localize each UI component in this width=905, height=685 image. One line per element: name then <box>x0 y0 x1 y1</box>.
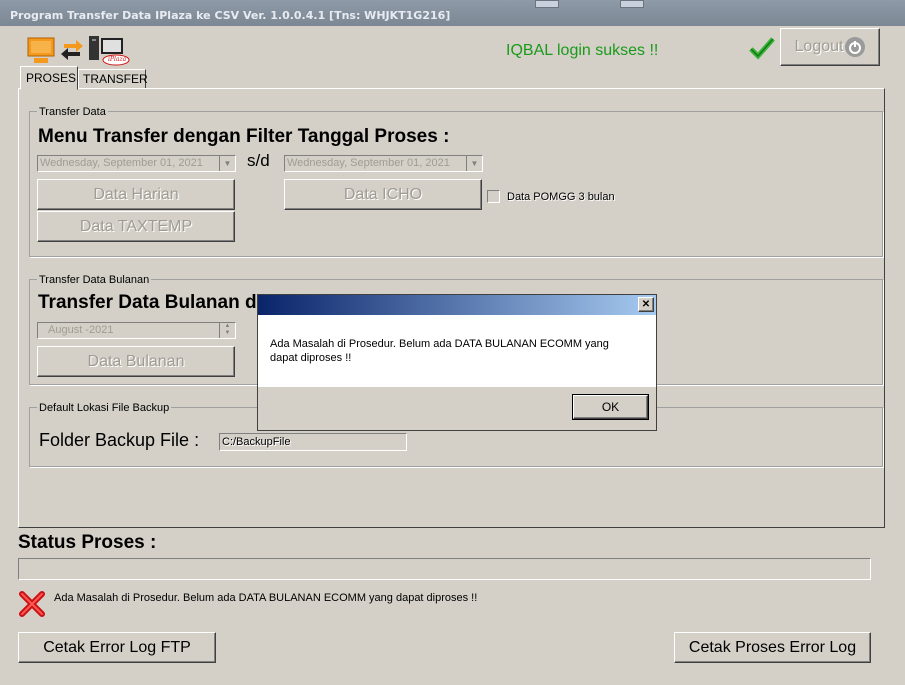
dialog-ok-label: OK <box>601 400 620 414</box>
error-dialog: ✕ Ada Masalah di Prosedur. Belum ada DAT… <box>257 294 657 431</box>
tab-transfer[interactable]: TRANSFER <box>78 69 148 89</box>
transfer-data-heading: Menu Transfer dengan Filter Tanggal Pros… <box>38 126 450 147</box>
data-icho-button[interactable]: Data ICHO <box>284 179 482 210</box>
date-to-value: Wednesday, September 01, 2021 <box>287 157 450 169</box>
tab-proses-label: PROSES <box>26 71 77 85</box>
login-status-text: IQBAL login sukses !! <box>506 42 659 59</box>
dialog-title-bar <box>258 295 656 315</box>
transfer-bulanan-heading: Transfer Data Bulanan d <box>38 292 257 313</box>
title-bar: Program Transfer Data IPlaza ke CSV Ver.… <box>0 0 905 26</box>
month-value: August -2021 <box>48 324 114 336</box>
group-transfer-data-label: Transfer Data <box>37 106 108 118</box>
date-from-value: Wednesday, September 01, 2021 <box>40 157 203 169</box>
tab-transfer-label: TRANSFER <box>83 72 148 86</box>
data-bulanan-button[interactable]: Data Bulanan <box>37 346 235 377</box>
app-window: Program Transfer Data IPlaza ke CSV Ver.… <box>0 0 905 685</box>
tab-proses[interactable]: PROSES <box>20 66 78 90</box>
cetak-error-log-ftp-label: Cetak Error Log FTP <box>43 638 191 656</box>
status-heading: Status Proses : <box>18 532 157 553</box>
taskbar-fragment <box>620 0 644 8</box>
logo-badge: iPlaza <box>108 56 127 63</box>
dialog-close-button[interactable]: ✕ <box>638 297 654 312</box>
chevron-down-icon[interactable]: ▼ <box>466 156 482 171</box>
data-harian-label: Data Harian <box>93 185 179 203</box>
data-taxtemp-label: Data TAXTEMP <box>79 217 193 235</box>
month-picker[interactable]: August -2021 ▲ ▼ <box>37 322 236 339</box>
folder-backup-label: Folder Backup File : <box>39 430 200 450</box>
error-x-icon <box>18 590 46 622</box>
pomgg-label: Data POMGG 3 bulan <box>507 191 615 203</box>
close-icon: ✕ <box>641 299 651 310</box>
transfer-logo: iPlaza <box>26 34 136 68</box>
pomgg-checkbox[interactable] <box>487 190 500 203</box>
cetak-error-log-ftp-button[interactable]: Cetak Error Log FTP <box>18 632 216 663</box>
data-bulanan-label: Data Bulanan <box>87 352 185 370</box>
spin-arrows-icon[interactable]: ▲ ▼ <box>219 323 235 338</box>
dialog-message: Ada Masalah di Prosedur. Belum ada DATA … <box>270 338 609 364</box>
date-to-picker[interactable]: Wednesday, September 01, 2021 ▼ <box>284 155 483 172</box>
group-transfer-bulanan-label: Transfer Data Bulanan <box>37 274 152 286</box>
group-backup-label: Default Lokasi File Backup <box>37 402 172 414</box>
window-title: Program Transfer Data IPlaza ke CSV Ver.… <box>10 9 451 22</box>
data-harian-button[interactable]: Data Harian <box>37 179 235 210</box>
status-progress-bar <box>18 558 871 580</box>
backup-path-value: C:/BackupFile <box>222 436 291 448</box>
status-message: Ada Masalah di Prosedur. Belum ada DATA … <box>54 592 478 604</box>
power-icon <box>845 37 866 57</box>
logout-button[interactable]: Logout <box>780 28 880 66</box>
backup-path-field[interactable]: C:/BackupFile <box>219 433 407 451</box>
cetak-proses-error-log-button[interactable]: Cetak Proses Error Log <box>674 632 871 663</box>
date-separator: s/d <box>247 151 270 170</box>
logout-label: Logout <box>794 38 844 55</box>
data-icho-label: Data ICHO <box>343 185 423 203</box>
cetak-proses-error-log-label: Cetak Proses Error Log <box>688 638 857 656</box>
data-taxtemp-button[interactable]: Data TAXTEMP <box>37 211 235 242</box>
date-from-picker[interactable]: Wednesday, September 01, 2021 ▼ <box>37 155 236 172</box>
check-icon <box>748 36 776 64</box>
chevron-down-icon[interactable]: ▼ <box>219 156 235 171</box>
dialog-ok-button[interactable]: OK <box>572 394 649 420</box>
taskbar-fragment <box>535 0 559 8</box>
